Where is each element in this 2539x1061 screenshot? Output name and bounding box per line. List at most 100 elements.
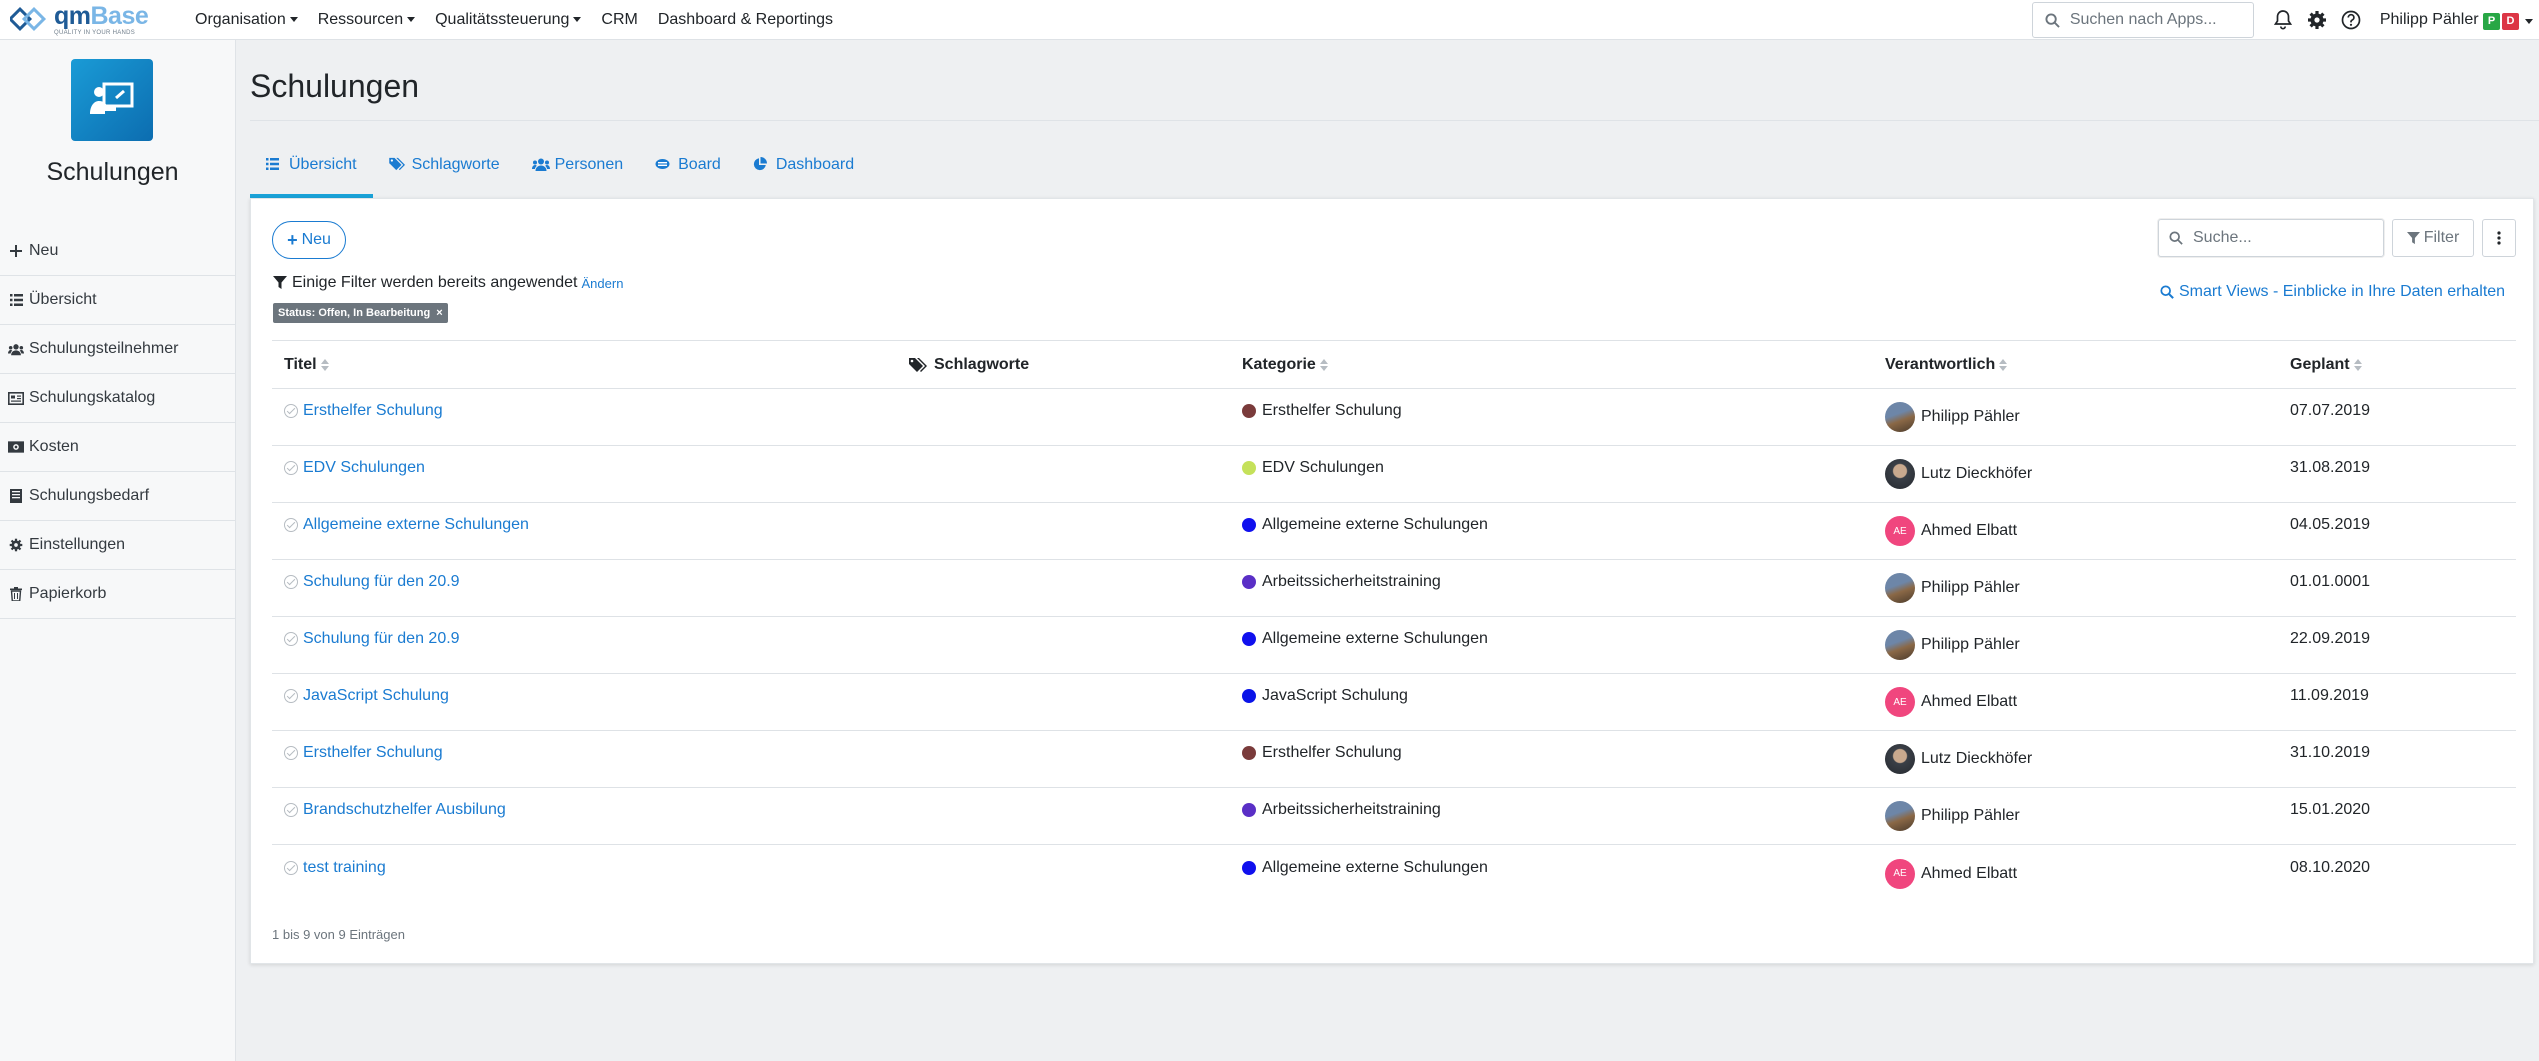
category-color-dot [1242, 404, 1256, 418]
row-title-link[interactable]: JavaScript Schulung [284, 668, 449, 724]
table-search-box[interactable] [2158, 219, 2384, 257]
table-header-row: Titel Schlagworte Kategorie Verantwortli… [272, 340, 2516, 389]
sidebar-item-papierkorb[interactable]: Papierkorb [0, 570, 236, 619]
row-category: Arbeitssicherheitstraining [1242, 782, 1441, 838]
sidebar-item-neu[interactable]: Neu [0, 227, 236, 276]
sidebar-item-kosten[interactable]: Kosten [0, 423, 236, 472]
nav-item-dashboard-reportings[interactable]: Dashboard & Reportings [658, 11, 833, 29]
table-row[interactable]: test training Allgemeine externe Schulung… [272, 845, 2516, 902]
qmbase-logo[interactable]: qmBase QUALITY IN YOUR HANDS [7, 1, 180, 36]
avatar [1885, 573, 1915, 603]
more-options-button[interactable] [2482, 219, 2516, 257]
sidebar-item-einstellungen[interactable]: Einstellungen [0, 521, 236, 570]
list-icon [266, 156, 284, 172]
check-circle-icon [284, 860, 298, 875]
row-title-link[interactable]: Ersthelfer Schulung [284, 383, 443, 439]
table-body: Ersthelfer Schulung Ersthelfer Schulung Ph… [272, 389, 2516, 902]
sidebar-item-übersicht[interactable]: Übersicht [0, 276, 236, 325]
filter-icon [273, 276, 287, 289]
category-color-dot [1242, 860, 1256, 875]
tab-personen[interactable]: Personen [516, 146, 640, 198]
gear-icon[interactable] [2306, 9, 2328, 31]
tab-übersicht[interactable]: Übersicht [250, 146, 373, 198]
column-header-owner[interactable]: Verantwortlich [1885, 341, 2008, 388]
row-title-link[interactable]: Brandschutzhelfer Ausbilung [284, 782, 506, 838]
page-title: Schulungen [250, 68, 420, 104]
row-planned-date: 15.01.2020 [2290, 801, 2371, 818]
avatar [1885, 630, 1915, 660]
row-category: EDV Schulungen [1242, 440, 1384, 496]
column-header-title[interactable]: Titel [284, 341, 329, 388]
table-row[interactable]: Schulung für den 20.9 Allgemeine externe … [272, 617, 2516, 674]
check-circle-icon [284, 632, 298, 646]
row-category: Arbeitssicherheitstraining [1242, 554, 1441, 610]
row-title-link[interactable]: EDV Schulungen [284, 440, 425, 496]
nav-item-organisation[interactable]: Organisation [195, 11, 298, 29]
table-row[interactable]: Brandschutzhelfer Ausbilung Arbeitssicher… [272, 788, 2516, 845]
nav-item-qualitätssteuerung[interactable]: Qualitätssteuerung [435, 11, 582, 29]
tab-bar: Übersicht Schlagworte Personen Board Dashboa… [250, 146, 870, 198]
row-category: JavaScript Schulung [1242, 668, 1408, 724]
chevron-down-icon [289, 17, 298, 22]
row-title-link[interactable]: Allgemeine externe Schulungen [284, 497, 529, 553]
sidebar-item-label: Neu [29, 242, 59, 259]
logo-mark-icon [7, 6, 54, 34]
pie-chart-icon [753, 156, 771, 172]
logo-wordmark: qmBase [54, 1, 149, 30]
sidebar-item-label: Papierkorb [29, 585, 107, 602]
column-header-planned[interactable]: Geplant [2290, 341, 2362, 388]
app-search-box[interactable] [2031, 2, 2254, 38]
close-icon[interactable]: × [436, 307, 442, 319]
smart-views-link[interactable]: Smart Views - Einblicke in Ihre Daten er… [2160, 283, 2505, 301]
table-row[interactable]: JavaScript Schulung JavaScript Schulung AE… [272, 674, 2516, 731]
sidebar-item-schulungskatalog[interactable]: Schulungskatalog [0, 374, 236, 423]
check-circle-icon [284, 803, 298, 817]
sidebar: Schulungen Neu Übersicht Schulungsteilnehm… [0, 40, 236, 1061]
users-icon [531, 156, 550, 172]
tab-schlagworte[interactable]: Schlagworte [373, 146, 516, 198]
user-menu[interactable]: Philipp Pähler PD [2380, 11, 2533, 30]
sidebar-item-label: Schulungsteilnehmer [29, 340, 179, 357]
new-button[interactable]: + Neu [272, 221, 346, 259]
sidebar-item-label: Schulungskatalog [29, 389, 156, 406]
sidebar-item-schulungsteilnehmer[interactable]: Schulungsteilnehmer [0, 325, 236, 374]
logo-tagline: QUALITY IN YOUR HANDS [54, 29, 136, 36]
list-icon [8, 292, 24, 308]
row-category: Ersthelfer Schulung [1242, 725, 1402, 781]
column-header-category[interactable]: Kategorie [1242, 341, 1328, 388]
sort-icon [1999, 358, 2008, 371]
board-icon [655, 156, 673, 172]
content-card: + Neu Einige Filter werden bereits angewe… [250, 198, 2534, 964]
row-owner: AE Ahmed Elbatt [1885, 503, 2017, 559]
row-owner: Philipp Pähler [1885, 560, 2020, 616]
tab-board[interactable]: Board [639, 146, 737, 198]
row-title-link[interactable]: Ersthelfer Schulung [284, 725, 443, 781]
filter-button[interactable]: Filter [2392, 219, 2474, 257]
filter-change-link[interactable]: Ändern [582, 276, 624, 291]
tab-dashboard[interactable]: Dashboard [737, 146, 870, 198]
nav-item-ressourcen[interactable]: Ressourcen [318, 11, 416, 29]
app-search-input[interactable] [2069, 11, 2240, 29]
row-title-link[interactable]: Schulung für den 20.9 [284, 611, 460, 667]
sort-icon [320, 358, 329, 371]
nav-item-crm[interactable]: CRM [601, 11, 637, 29]
table-row[interactable]: EDV Schulungen EDV Schulungen Lutz Dieckhö… [272, 446, 2516, 503]
row-owner: AE Ahmed Elbatt [1885, 674, 2017, 730]
help-icon[interactable] [2340, 9, 2362, 31]
table-row[interactable]: Allgemeine externe Schulungen Allgemeine … [272, 503, 2516, 560]
sidebar-item-label: Einstellungen [29, 536, 126, 553]
table-row[interactable]: Schulung für den 20.9 Arbeitssicherheitst… [272, 560, 2516, 617]
row-title-link[interactable]: test training [284, 839, 386, 896]
row-planned-date: 07.07.2019 [2290, 402, 2371, 419]
tags-icon [388, 156, 407, 172]
user-name: Philipp Pähler [2379, 10, 2479, 28]
sidebar-item-schulungsbedarf[interactable]: Schulungsbedarf [0, 472, 236, 521]
row-owner: Philipp Pähler [1885, 389, 2020, 445]
filter-chip[interactable]: Status: Offen, In Bearbeitung × [273, 303, 448, 323]
table-row[interactable]: Ersthelfer Schulung Ersthelfer Schulung Lu… [272, 731, 2516, 788]
table-search-input[interactable] [2193, 229, 2373, 247]
row-category: Allgemeine externe Schulungen [1242, 611, 1488, 667]
table-row[interactable]: Ersthelfer Schulung Ersthelfer Schulung Ph… [272, 389, 2516, 446]
bell-icon[interactable] [2272, 9, 2294, 31]
row-title-link[interactable]: Schulung für den 20.9 [284, 554, 460, 610]
